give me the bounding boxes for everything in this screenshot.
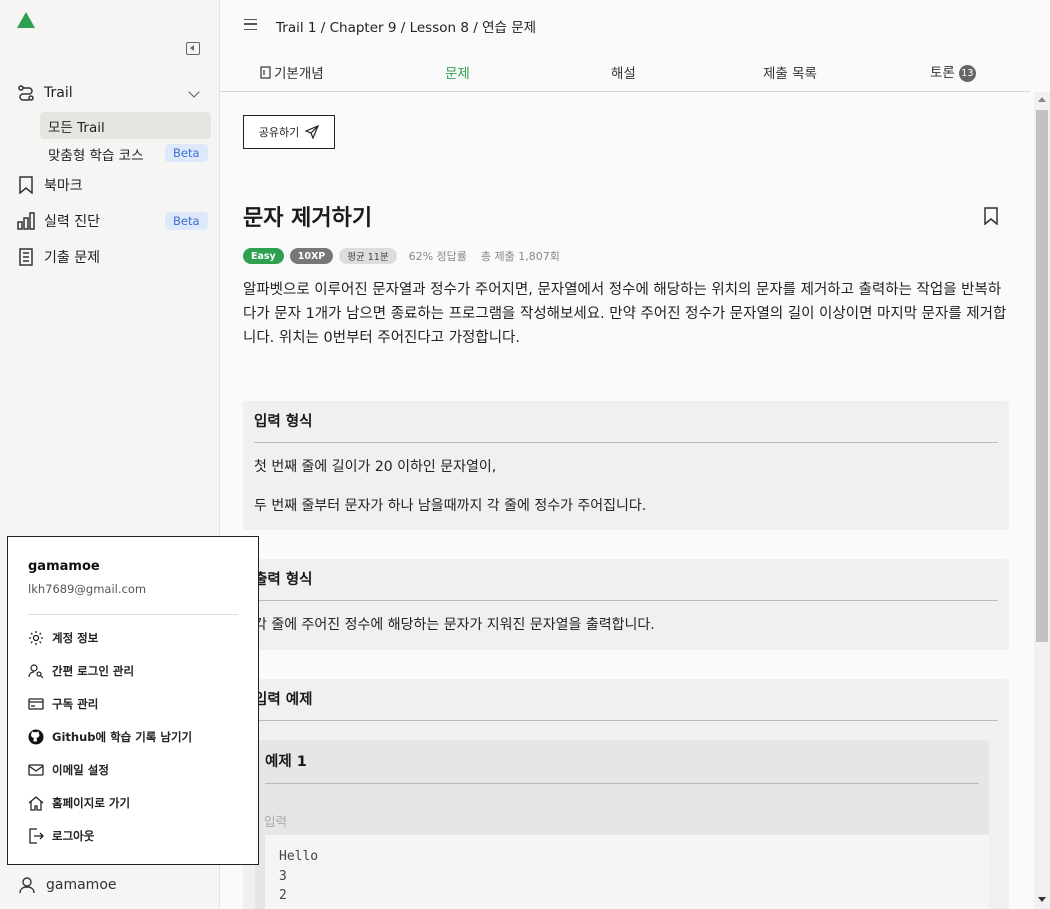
- bookmark-icon: [16, 175, 36, 195]
- problem-tabs: 기본개념 문제 해설 제출 목록 토론 13: [220, 50, 1030, 92]
- section-heading: 입력 형식: [254, 401, 998, 443]
- problem-title: 문자 제거하기: [243, 206, 373, 231]
- menu-item-label: Github에 학습 기록 남기기: [52, 730, 193, 744]
- menu-item-label: 구독 관리: [52, 697, 99, 711]
- tab-problem[interactable]: 문제: [445, 62, 470, 82]
- tab-label: 기본개념: [274, 66, 324, 82]
- xp-badge: 10XP: [289, 248, 334, 264]
- example-input-code[interactable]: Hello 3 2: [265, 835, 989, 909]
- menu-item-label: 홈페이지로 가기: [52, 796, 131, 810]
- input-format-line: 첫 번째 줄에 길이가 20 이하인 문자열이,: [254, 459, 497, 475]
- menu-item-subscription[interactable]: 구독 관리: [28, 694, 98, 714]
- input-format-line: 두 번째 줄부터 문자가 하나 남을때까지 각 줄에 정수가 주어집니다.: [254, 498, 647, 514]
- sidebar-item-label: 실력 진단: [44, 214, 100, 230]
- scroll-down-icon[interactable]: [1038, 897, 1046, 902]
- sidebar-item-trail[interactable]: Trail: [16, 80, 73, 106]
- home-icon: [28, 796, 44, 811]
- breadcrumb[interactable]: Trail 1 / Chapter 9 / Lesson 8 / 연습 문제: [276, 16, 536, 36]
- tab-discussion[interactable]: 토론 13: [930, 61, 976, 82]
- menu-item-label: 이메일 설정: [52, 763, 109, 777]
- logout-icon: [29, 828, 44, 844]
- section-heading: 출력 형식: [254, 559, 998, 601]
- sidebar-item-label: 북마크: [44, 178, 83, 194]
- menu-item-logout[interactable]: 로그아웃: [28, 826, 94, 846]
- chevron-down-icon[interactable]: [188, 86, 200, 98]
- tab-label: 토론: [930, 65, 955, 81]
- beta-badge: Beta: [165, 212, 208, 230]
- gear-icon: [29, 631, 43, 645]
- menu-item-social-login[interactable]: 간편 로그인 관리: [28, 661, 134, 681]
- github-icon: [28, 729, 44, 745]
- input-format-section: 입력 형식 첫 번째 줄에 길이가 20 이하인 문자열이, 두 번째 줄부터 …: [243, 401, 1009, 530]
- input-label: 입력: [264, 814, 288, 829]
- sidebar-subitem-all-trail[interactable]: 모든 Trail: [40, 112, 211, 139]
- sidebar-collapse-icon[interactable]: [186, 42, 200, 55]
- accuracy-rate: 62% 정답률: [408, 250, 467, 263]
- tab-concept[interactable]: 기본개념: [260, 62, 324, 82]
- popup-username: gamamoe: [28, 559, 100, 574]
- logo-icon[interactable]: [17, 12, 35, 28]
- menu-item-email-settings[interactable]: 이메일 설정: [28, 760, 109, 780]
- discussion-count-badge: 13: [958, 64, 976, 82]
- menu-item-label: 간편 로그인 관리: [52, 664, 135, 678]
- menu-item-label: 계정 정보: [52, 631, 99, 645]
- user-menu-popup: gamamoe lkh7689@gmail.com 계정 정보 간편 로그인 관…: [7, 536, 259, 865]
- share-button[interactable]: 공유하기: [243, 115, 335, 149]
- sidebar-user[interactable]: gamamoe: [18, 876, 117, 894]
- sidebar-item-past-problems[interactable]: 기출 문제: [16, 244, 100, 270]
- document-icon: [16, 247, 36, 267]
- bookmark-icon[interactable]: [984, 207, 998, 225]
- problem-meta: Easy 10XP 평균 11분 62% 정답률 총 제출 1,807회: [243, 248, 560, 264]
- submission-count: 총 제출 1,807회: [480, 250, 560, 263]
- sidebar-item-bookmark[interactable]: 북마크: [16, 172, 83, 198]
- bar-chart-icon: [16, 211, 36, 231]
- sidebar-item-label: Trail: [44, 85, 73, 101]
- popup-email: lkh7689@gmail.com: [28, 582, 147, 596]
- tab-explanation[interactable]: 해설: [611, 62, 636, 82]
- sidebar-subitem-label: 맞춤형 학습 코스: [48, 147, 144, 164]
- user-icon: [19, 877, 35, 894]
- topbar: Trail 1 / Chapter 9 / Lesson 8 / 연습 문제: [220, 0, 1050, 50]
- example-card: 예제 1 입력 Hello 3 2: [255, 740, 989, 909]
- sidebar-item-skill-test[interactable]: 실력 진단: [16, 208, 100, 234]
- sidebar-subitem-label: 모든 Trail: [48, 119, 105, 136]
- trail-icon: [16, 83, 36, 103]
- tab-submissions[interactable]: 제출 목록: [763, 62, 817, 82]
- avg-time-badge: 평균 11분: [339, 248, 397, 264]
- difficulty-badge: Easy: [243, 248, 284, 264]
- send-icon: [305, 125, 320, 139]
- menu-icon[interactable]: [244, 19, 257, 30]
- problem-description: 알파벳으로 이루어진 문자열과 정수가 주어지면, 문자열에서 정수에 해당하는…: [243, 282, 1007, 346]
- menu-item-homepage[interactable]: 홈페이지로 가기: [28, 793, 130, 813]
- share-label: 공유하기: [258, 127, 300, 139]
- sidebar-item-label: 기출 문제: [44, 250, 100, 266]
- example-title: 예제 1: [265, 740, 979, 784]
- divider: [28, 614, 238, 615]
- beta-badge: Beta: [165, 144, 208, 162]
- output-format-line: 각 줄에 주어진 정수에 해당하는 문자가 지워진 문자열을 출력합니다.: [254, 617, 655, 633]
- sidebar-username: gamamoe: [46, 877, 117, 893]
- scroll-up-icon[interactable]: [1038, 97, 1046, 102]
- menu-item-label: 로그아웃: [52, 829, 95, 843]
- menu-item-github[interactable]: Github에 학습 기록 남기기: [28, 727, 192, 747]
- book-icon: [260, 66, 271, 79]
- credit-card-icon: [28, 698, 44, 710]
- problem-content: 공유하기 문자 제거하기 Easy 10XP 평균 11분 62% 정답률 총 …: [220, 92, 1032, 909]
- output-format-section: 출력 형식 각 줄에 주어진 정수에 해당하는 문자가 지워진 문자열을 출력합…: [243, 559, 1009, 650]
- user-key-icon: [28, 664, 44, 679]
- section-heading: 입력 예제: [254, 679, 998, 721]
- menu-item-account[interactable]: 계정 정보: [28, 628, 98, 648]
- mail-icon: [28, 764, 44, 776]
- scrollbar-thumb[interactable]: [1036, 110, 1048, 642]
